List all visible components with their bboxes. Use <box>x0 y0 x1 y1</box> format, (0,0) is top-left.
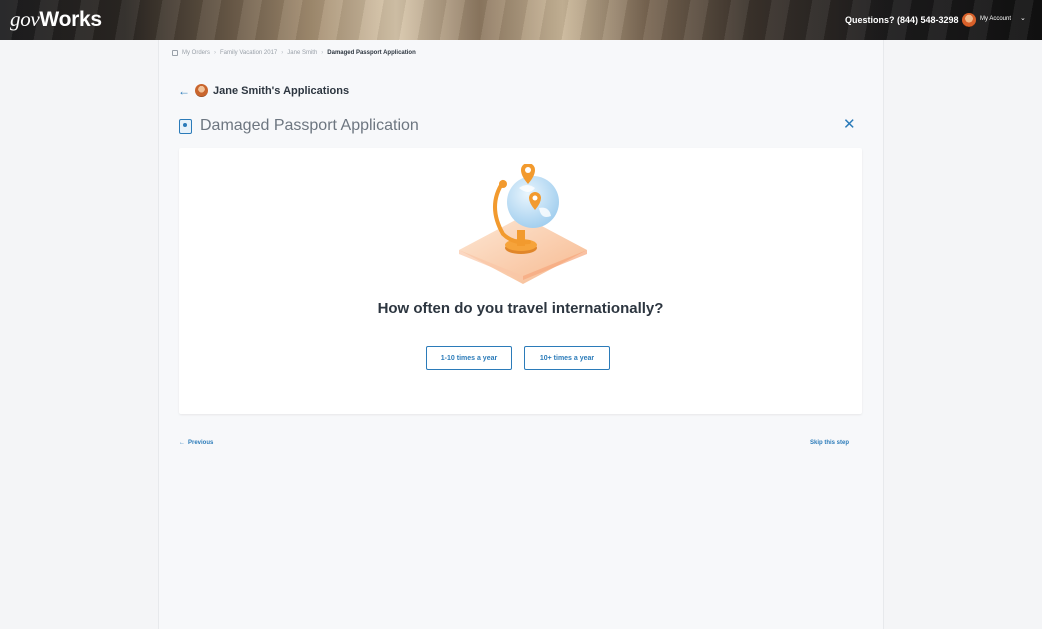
back-to-applications-link[interactable]: ← Jane Smith's Applications <box>178 84 349 97</box>
support-phone[interactable]: Questions? (844) 548-3298 <box>845 15 959 25</box>
passport-icon <box>179 118 192 134</box>
account-avatar[interactable] <box>962 13 976 27</box>
back-arrow-icon[interactable]: ← <box>178 85 190 97</box>
breadcrumb-separator: › <box>281 50 284 56</box>
skip-step-link[interactable]: Skip this step <box>810 440 849 446</box>
breadcrumb: My Orders › Family Vacation 2017 › Jane … <box>172 50 416 56</box>
arrow-left-icon[interactable]: ← <box>179 440 185 446</box>
question-text: How often do you travel internationally? <box>377 300 664 317</box>
globe-illustration <box>455 163 591 293</box>
breadcrumb-current: Damaged Passport Application <box>327 50 416 56</box>
breadcrumb-item-family-vacation[interactable]: Family Vacation 2017 <box>220 50 277 56</box>
option-10-plus-times-button[interactable]: 10+ times a year <box>524 346 610 370</box>
top-navigation-bar: govWorks Questions? (844) 548-3298 My Ac… <box>0 0 1042 40</box>
breadcrumb-separator: › <box>214 50 217 56</box>
page-heading: Damaged Passport Application <box>179 117 419 135</box>
previous-label[interactable]: Previous <box>188 440 213 446</box>
breadcrumb-separator: › <box>321 50 324 56</box>
logo-works-text: Works <box>39 8 102 31</box>
page-title: Damaged Passport Application <box>200 117 419 134</box>
previous-link[interactable]: ← Previous <box>179 440 213 446</box>
logo-gov-text: gov <box>10 7 40 31</box>
orders-icon <box>172 50 178 56</box>
breadcrumb-item-jane-smith[interactable]: Jane Smith <box>287 50 317 56</box>
chevron-down-icon[interactable]: ⌄ <box>1020 14 1026 22</box>
govworks-logo[interactable]: govWorks <box>10 7 102 32</box>
globe-illustration-icon <box>459 163 587 284</box>
avatar <box>195 84 208 97</box>
option-1-10-times-button[interactable]: 1-10 times a year <box>426 346 512 370</box>
account-menu-label[interactable]: My Account <box>980 16 1011 22</box>
close-icon[interactable]: ✕ <box>843 117 856 132</box>
applications-title[interactable]: Jane Smith's Applications <box>213 85 349 97</box>
breadcrumb-item-my-orders[interactable]: My Orders <box>182 50 210 56</box>
